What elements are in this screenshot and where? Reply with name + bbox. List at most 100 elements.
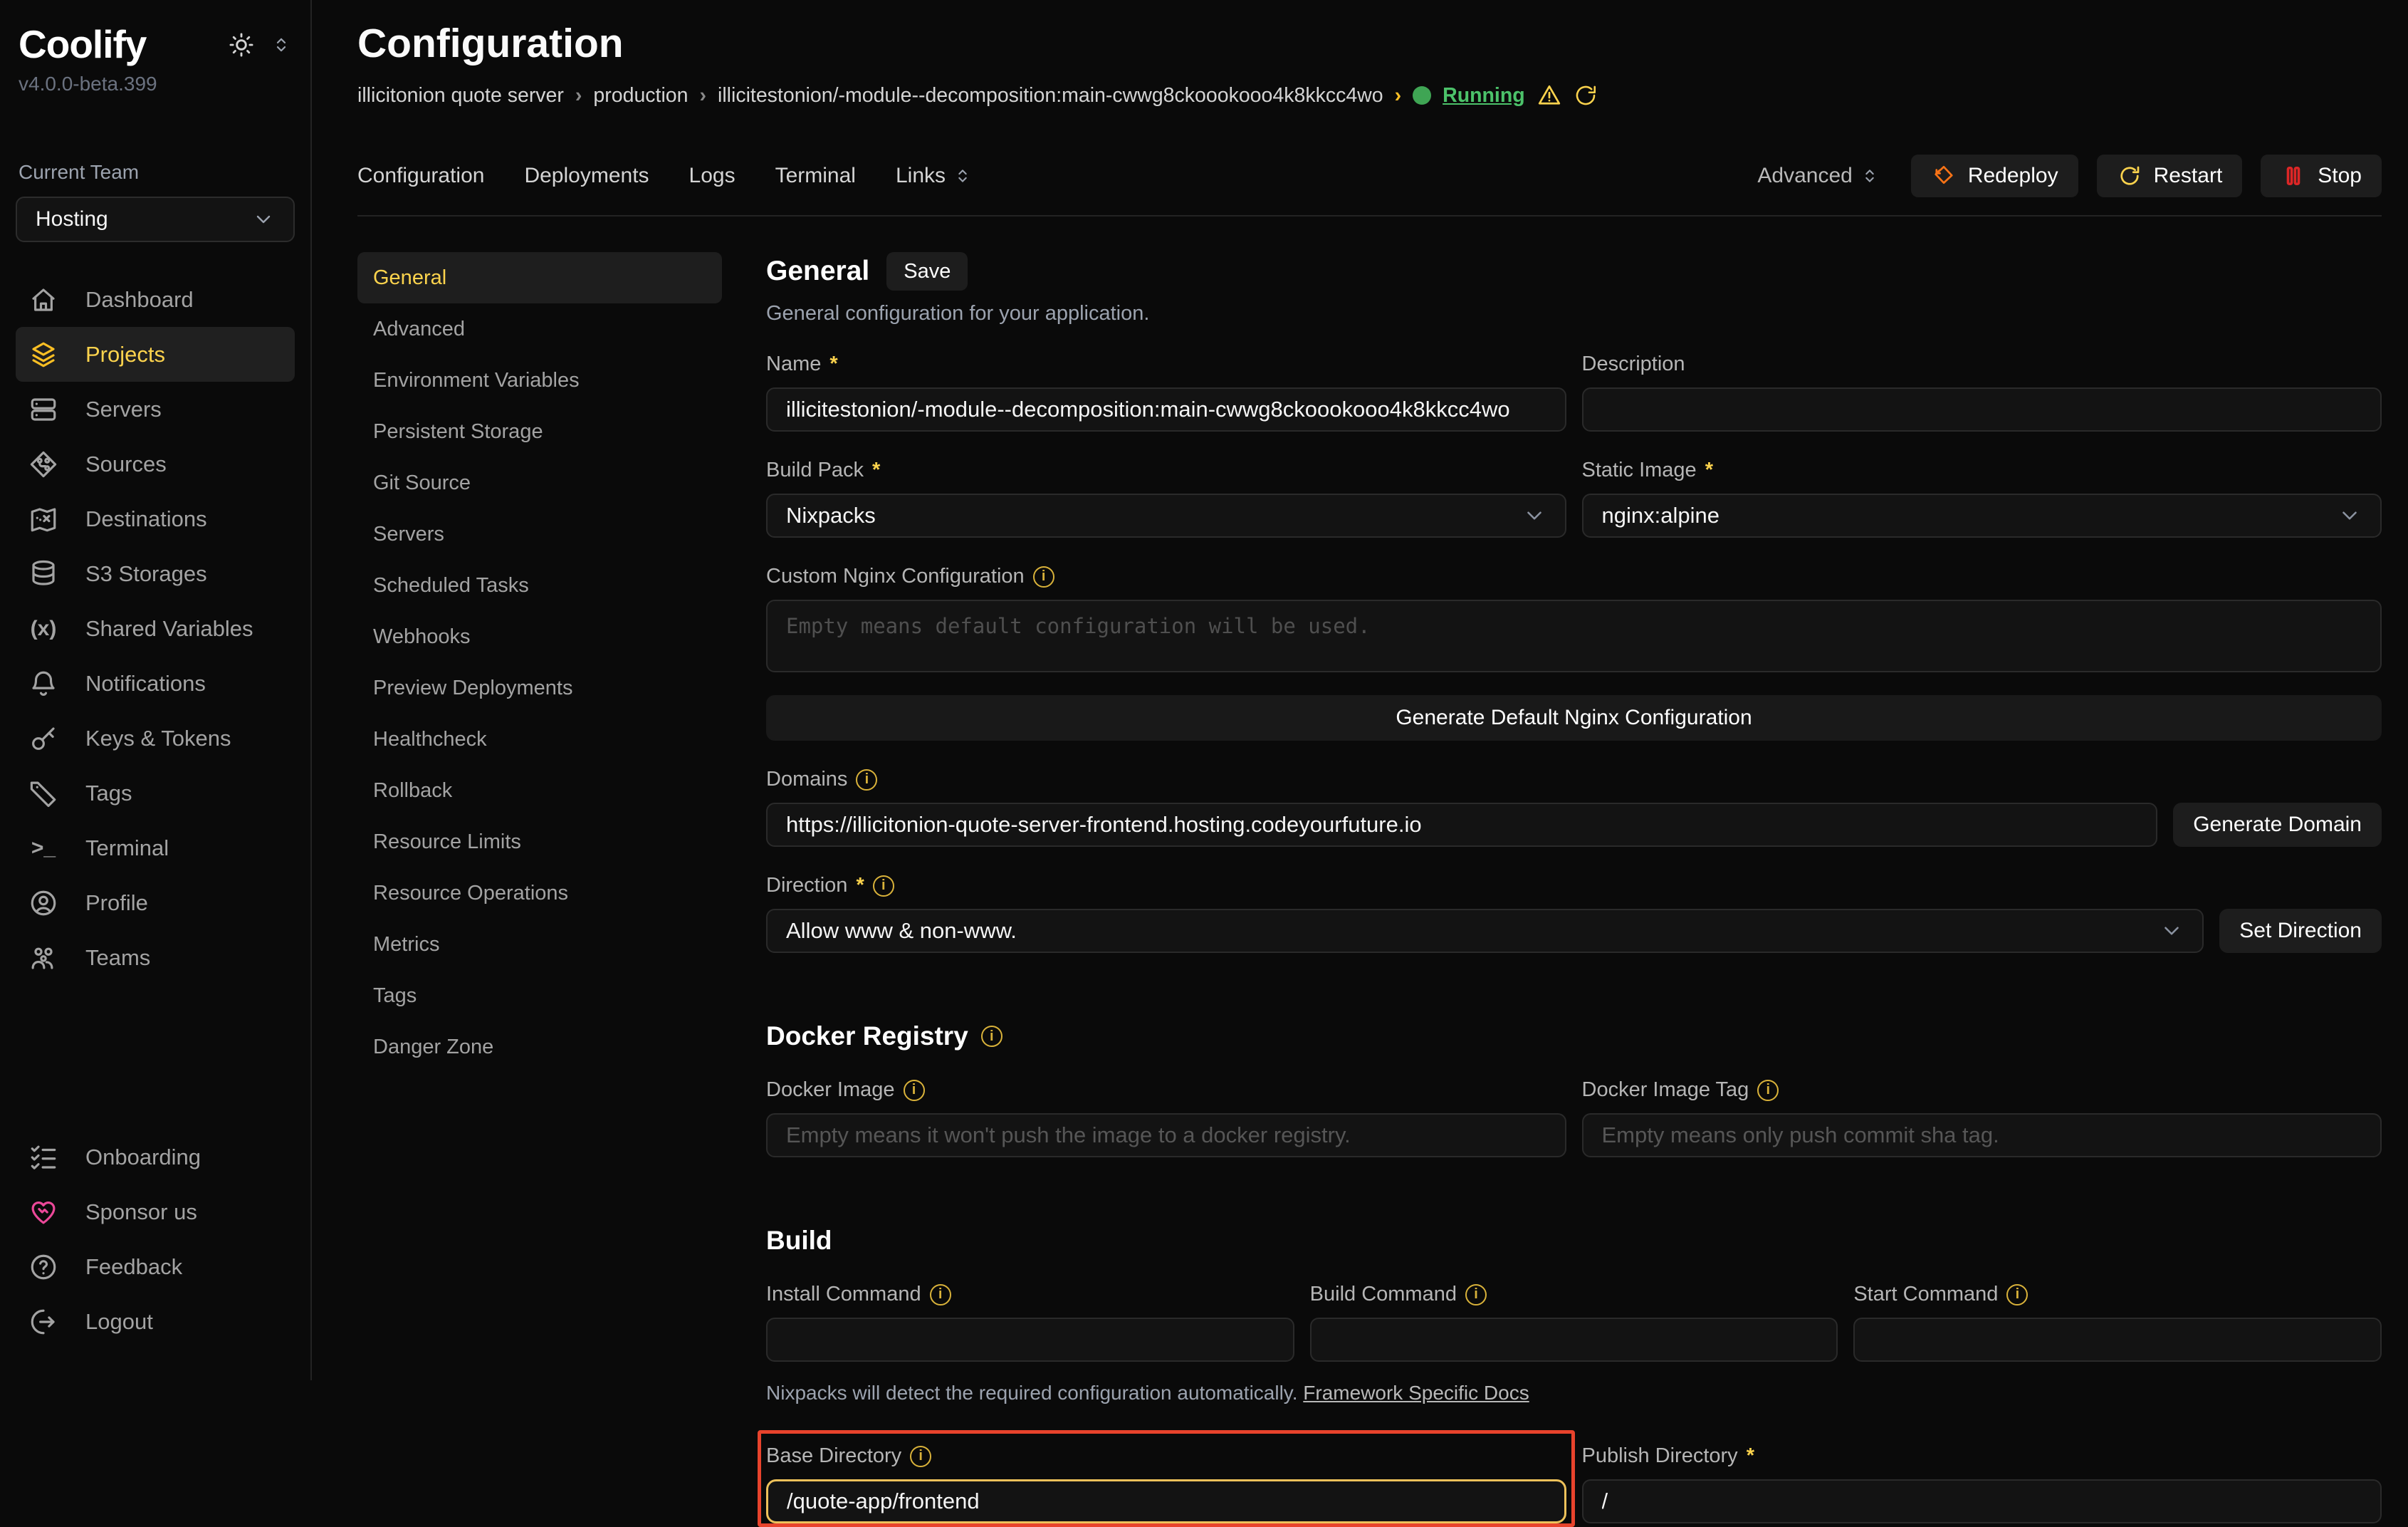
chevron-down-icon [2338,504,2362,528]
info-icon[interactable]: i [856,769,877,791]
tab-terminal[interactable]: Terminal [775,164,856,188]
braces-x-icon: (x) [28,614,58,644]
chevrons-up-down-icon[interactable] [271,34,292,56]
publish-directory-label: Publish Directory* [1582,1444,2382,1468]
info-icon[interactable]: i [873,875,894,897]
sidebar-item-profile[interactable]: Profile [16,875,295,930]
info-icon[interactable]: i [981,1026,1003,1047]
sidebar-item-logout[interactable]: Logout [16,1294,295,1349]
subnav-item-environment-variables[interactable]: Environment Variables [357,355,722,406]
generate-nginx-button[interactable]: Generate Default Nginx Configuration [766,695,2382,741]
sidebar-item-destinations[interactable]: Destinations [16,491,295,546]
sidebar-item-tags[interactable]: Tags [16,766,295,820]
status-badge[interactable]: Running [1443,84,1525,108]
sidebar-item-onboarding[interactable]: Onboarding [16,1130,295,1184]
info-icon[interactable]: i [904,1080,925,1101]
subnav-item-servers[interactable]: Servers [357,509,722,560]
sidebar-item-label: Dashboard [85,287,194,313]
name-label: Name* [766,353,1566,376]
static-image-select[interactable]: nginx:alpine [1582,494,2382,538]
docker-image-tag-input[interactable] [1582,1113,2382,1157]
base-directory-input[interactable] [766,1479,1566,1523]
info-icon[interactable]: i [930,1284,951,1305]
publish-directory-input[interactable] [1582,1479,2382,1523]
sun-icon[interactable] [228,31,255,58]
stop-button[interactable]: Stop [2261,155,2382,197]
static-image-label: Static Image* [1582,459,2382,482]
help-icon [28,1252,58,1282]
subnav-item-rollback[interactable]: Rollback [357,765,722,816]
custom-nginx-label: Custom Nginx Configuration i [766,565,2382,588]
sidebar-item-feedback[interactable]: Feedback [16,1239,295,1294]
info-icon[interactable]: i [1465,1284,1487,1305]
subnav-item-general[interactable]: General [357,252,722,303]
direction-label: Direction* i [766,874,2382,897]
breadcrumb-item[interactable]: production [593,84,688,108]
sidebar-item-dashboard[interactable]: Dashboard [16,272,295,327]
header-divider [357,215,2382,217]
info-icon[interactable]: i [910,1446,931,1467]
subnav-item-resource-operations[interactable]: Resource Operations [357,867,722,919]
install-command-input[interactable] [766,1318,1294,1362]
sidebar-item-sponsor-us[interactable]: Sponsor us [16,1184,295,1239]
breadcrumb-item[interactable]: illicitestonion/-module--decomposition:m… [718,84,1383,108]
framework-docs-link[interactable]: Framework Specific Docs [1303,1382,1529,1404]
subnav-item-preview-deployments[interactable]: Preview Deployments [357,662,722,714]
start-command-input[interactable] [1853,1318,2382,1362]
general-heading: General [766,256,869,287]
tab-configuration[interactable]: Configuration [357,164,484,188]
docker-registry-heading: Docker Registry [766,1021,968,1051]
direction-select[interactable]: Allow www & non-www. [766,909,2204,953]
team-select-value: Hosting [36,207,108,231]
redeploy-button[interactable]: Redeploy [1911,155,2078,197]
build-command-input[interactable] [1310,1318,1838,1362]
team-select[interactable]: Hosting [16,197,295,242]
sidebar-item-teams[interactable]: Teams [16,930,295,985]
subnav-item-metrics[interactable]: Metrics [357,919,722,970]
subnav-item-tags[interactable]: Tags [357,970,722,1021]
settings-form: General Save General configuration for y… [766,252,2382,1523]
sidebar-item-label: Profile [85,890,148,916]
sidebar-item-servers[interactable]: Servers [16,382,295,437]
set-direction-button[interactable]: Set Direction [2219,909,2382,953]
name-input[interactable] [766,387,1566,432]
sidebar-item-sources[interactable]: Sources [16,437,295,491]
subnav-item-scheduled-tasks[interactable]: Scheduled Tasks [357,560,722,611]
info-icon[interactable]: i [2006,1284,2028,1305]
info-icon[interactable]: i [1033,566,1054,588]
subnav-item-resource-limits[interactable]: Resource Limits [357,816,722,867]
tab-logs[interactable]: Logs [689,164,736,188]
users-icon [28,943,58,973]
generate-domain-button[interactable]: Generate Domain [2173,803,2382,847]
nixpacks-note: Nixpacks will detect the required config… [766,1382,2382,1404]
sidebar-item-terminal[interactable]: >_Terminal [16,820,295,875]
save-button[interactable]: Save [886,252,968,291]
description-input[interactable] [1582,387,2382,432]
subnav-item-git-source[interactable]: Git Source [357,457,722,509]
refresh-icon[interactable] [1574,83,1598,108]
docker-image-input[interactable] [766,1113,1566,1157]
breadcrumb: illicitonion quote server›production›ill… [357,83,2382,108]
build-pack-select[interactable]: Nixpacks [766,494,1566,538]
sidebar-item-keys-tokens[interactable]: Keys & Tokens [16,711,295,766]
sidebar-item-projects[interactable]: Projects [16,327,295,382]
current-team-label: Current Team [16,161,295,184]
breadcrumb-item[interactable]: illicitonion quote server [357,84,564,108]
tab-links[interactable]: Links [896,164,973,188]
advanced-menu[interactable]: Advanced [1757,164,1879,188]
subnav-item-persistent-storage[interactable]: Persistent Storage [357,406,722,457]
subnav-item-healthcheck[interactable]: Healthcheck [357,714,722,765]
info-icon[interactable]: i [1757,1080,1779,1101]
tab-deployments[interactable]: Deployments [524,164,649,188]
subnav-item-advanced[interactable]: Advanced [357,303,722,355]
subnav-item-webhooks[interactable]: Webhooks [357,611,722,662]
custom-nginx-textarea[interactable] [766,600,2382,672]
domains-input[interactable] [766,803,2157,847]
stop-label: Stop [2318,164,2362,188]
sidebar-item-label: Logout [85,1309,153,1335]
sidebar-item-notifications[interactable]: Notifications [16,656,295,711]
restart-button[interactable]: Restart [2097,155,2243,197]
sidebar-item-s3-storages[interactable]: S3 Storages [16,546,295,601]
sidebar-item-shared-variables[interactable]: (x)Shared Variables [16,601,295,656]
subnav-item-danger-zone[interactable]: Danger Zone [357,1021,722,1073]
